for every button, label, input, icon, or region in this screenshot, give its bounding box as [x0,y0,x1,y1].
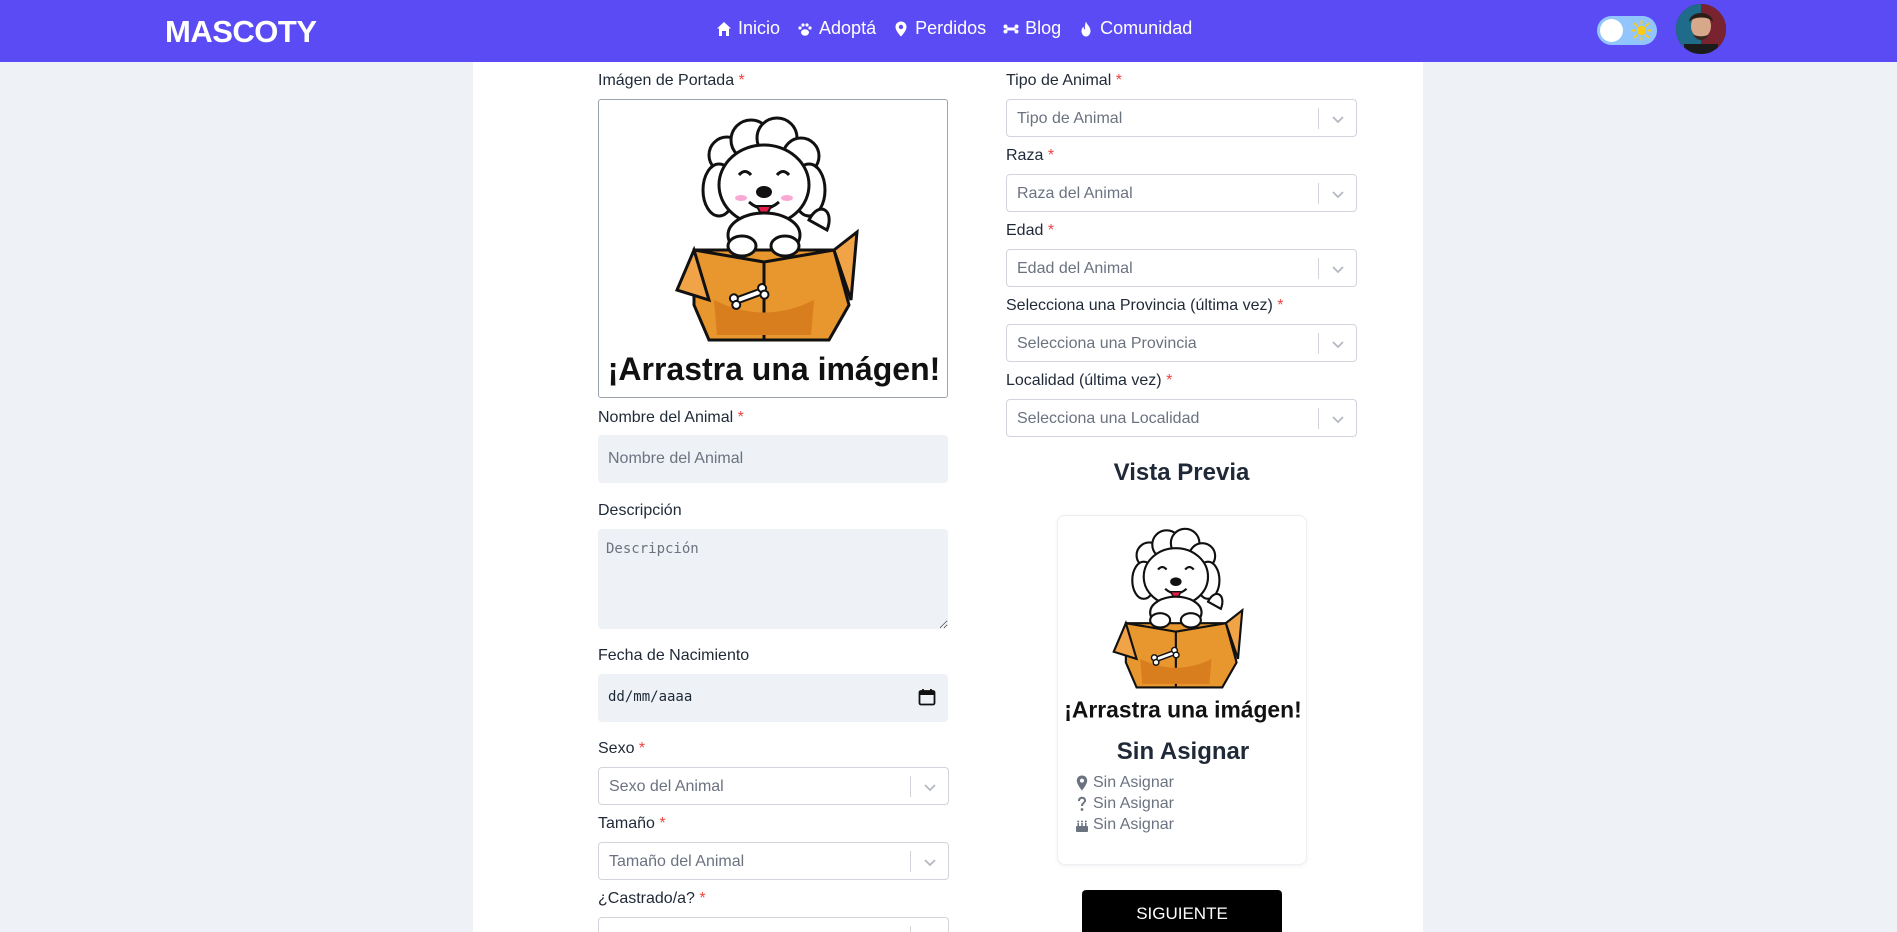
select-separator [1318,108,1319,129]
nav-item-label: Blog [1025,18,1062,38]
neutered-select[interactable] [598,917,949,932]
puppy-in-box-illustration: ¡Arrastra una imágen! [608,116,941,387]
preview-name: Sin Asignar [1116,738,1250,765]
breed-label: Raza * [1006,147,1055,164]
preview-sex-row: Sin Asignar [1075,795,1174,813]
preview-sex: Sin Asignar [1093,795,1174,812]
size-select-placeholder: Tamaño del Animal [609,853,745,870]
nav-item-perdidos[interactable]: Perdidos [893,18,986,39]
age-select-placeholder: Edad del Animal [1017,260,1133,277]
preview-title: Vista Previa [1113,459,1250,486]
nav-links: Inicio Adoptá Perdidos Blog Comunidad [716,18,1192,39]
select-separator [910,776,911,797]
locality-select-placeholder: Selecciona una Localidad [1017,410,1200,427]
select-separator [910,926,911,932]
puppy-in-box-illustration: ¡Arrastra una imágen! [1064,527,1302,722]
theme-toggle[interactable] [1597,16,1657,45]
nav-item-comunidad[interactable]: Comunidad [1078,18,1192,39]
dropzone-text: ¡Arrastra una imágen! [608,351,941,387]
select-separator [1318,408,1319,429]
animal-name-input[interactable] [598,435,948,483]
nav-item-inicio[interactable]: Inicio [716,18,780,39]
breed-select-placeholder: Raza del Animal [1017,185,1133,202]
animal-type-select[interactable]: Tipo de Animal [1006,99,1357,137]
preview-image-text: ¡Arrastra una imágen! [1064,696,1301,722]
type-label: Tipo de Animal * [1006,72,1122,89]
birthday-cake-icon [1076,820,1088,832]
description-textarea[interactable] [598,529,948,629]
nav-item-adopta[interactable]: Adoptá [797,18,876,39]
nav-item-label: Inicio [738,18,781,38]
birthdate-label: Fecha de Nacimiento [598,647,750,664]
locality-select[interactable]: Selecciona una Localidad [1006,399,1357,437]
type-select-placeholder: Tipo de Animal [1017,110,1123,127]
chevron-down-icon [1332,416,1344,424]
sun-icon [1631,20,1652,41]
select-separator [1318,258,1319,279]
nav-item-label: Comunidad [1100,18,1193,38]
province-select-placeholder: Selecciona una Provincia [1017,335,1197,352]
calendar-icon[interactable] [918,688,936,706]
age-label: Edad * [1006,222,1055,239]
nav-item-label: Adoptá [819,18,877,38]
nav-item-label: Perdidos [915,18,987,38]
location-pin-icon [1076,775,1088,791]
chevron-down-icon [1332,341,1344,349]
toggle-knob [1600,19,1623,42]
name-label: Nombre del Animal * [598,409,744,426]
cover-label: Imágen de Portada * [598,72,745,89]
preview-image: ¡Arrastra una imágen! [1058,516,1306,728]
navbar: MASCOTY Inicio Adoptá Perdidos Blog Comu… [0,0,1897,62]
location-pin-icon [895,21,907,36]
sex-select[interactable]: Sexo del Animal [598,767,949,805]
preview-age: Sin Asignar [1093,816,1174,833]
province-select[interactable]: Selecciona una Provincia [1006,324,1357,362]
chevron-down-icon [1332,266,1344,274]
question-mark-icon [1078,796,1086,811]
select-separator [1318,183,1319,204]
description-label: Descripción [598,502,682,519]
preview-card: ¡Arrastra una imágen! Sin Asignar Sin As… [1057,515,1307,865]
chevron-down-icon [1332,191,1344,199]
preview-location: Sin Asignar [1093,774,1174,791]
birthdate-input[interactable]: dd/mm/aaaa [598,674,948,722]
preview-age-row: Sin Asignar [1075,816,1174,834]
province-label: Selecciona una Provincia (última vez) * [1006,297,1284,314]
paw-icon [798,22,812,36]
size-label: Tamaño * [598,815,666,832]
next-button[interactable]: SIGUIENTE [1082,890,1282,932]
bone-icon [1003,24,1019,33]
size-select[interactable]: Tamaño del Animal [598,842,949,880]
avatar-image [1676,4,1726,54]
nav-item-blog[interactable]: Blog [1003,18,1061,39]
sex-label: Sexo * [598,740,646,757]
brand-logo[interactable]: MASCOTY [165,14,317,50]
chevron-down-icon [1332,116,1344,124]
preview-location-row: Sin Asignar [1075,774,1174,792]
select-separator [1318,333,1319,354]
home-icon [717,21,731,36]
age-select[interactable]: Edad del Animal [1006,249,1357,287]
neutered-label: ¿Castrado/a? * [598,890,706,907]
locality-label: Localidad (última vez) * [1006,372,1173,389]
select-separator [910,851,911,872]
birthdate-value: dd/mm/aaaa [608,689,693,705]
breed-select[interactable]: Raza del Animal [1006,174,1357,212]
chevron-down-icon [924,784,936,792]
avatar[interactable] [1676,4,1726,54]
sex-select-placeholder: Sexo del Animal [609,778,724,795]
chevron-down-icon [924,859,936,867]
image-dropzone[interactable]: ¡Arrastra una imágen! [598,99,948,398]
flame-icon [1081,21,1091,36]
